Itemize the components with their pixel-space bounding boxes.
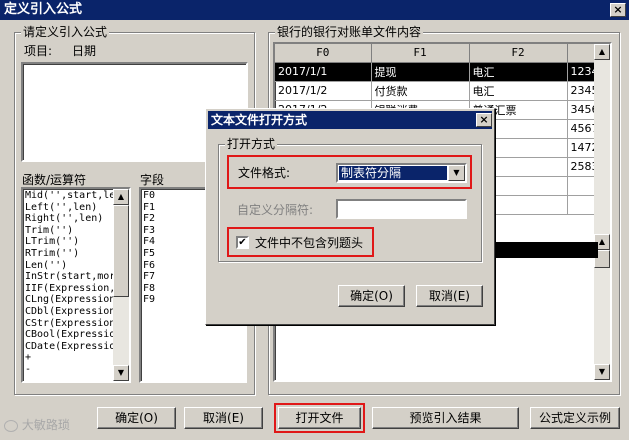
- window-title: 定义引入公式: [4, 2, 83, 17]
- function-list-item[interactable]: Trim(''): [25, 225, 127, 237]
- dialog-title: 文本文件打开方式: [211, 113, 308, 127]
- dialog-ok-button[interactable]: 确定(O): [338, 285, 405, 307]
- functions-list[interactable]: Mid('',start,le Left('',len) Right('',len)…: [21, 187, 131, 383]
- function-list-item[interactable]: CDbl(Expression: [25, 306, 127, 318]
- function-list-item[interactable]: Left('',len): [25, 202, 127, 214]
- preview-button[interactable]: 预览引入结果: [372, 407, 519, 429]
- fields-label: 字段: [140, 173, 165, 187]
- functions-scrollbar[interactable]: ▲ ▼: [113, 189, 129, 381]
- item-value: 日期: [72, 44, 97, 58]
- format-highlight: [227, 155, 472, 189]
- no-header-highlight: [227, 227, 374, 257]
- delimiter-label: 自定义分隔符:: [237, 203, 314, 217]
- table-cell: 1234: [567, 62, 598, 82]
- delimiter-input[interactable]: [336, 199, 467, 219]
- column-header[interactable]: F2: [469, 44, 568, 63]
- watermark-logo-icon: [4, 419, 18, 432]
- function-list-item[interactable]: Right('',len): [25, 213, 127, 225]
- table-cell: 提现: [371, 62, 470, 82]
- table-cell: 2017/1/1: [275, 62, 372, 82]
- functions-label: 函数/运算符: [22, 173, 87, 187]
- item-label: 项目:: [24, 44, 53, 58]
- table-cell: 2345: [567, 81, 598, 101]
- table-cell: 付货款: [371, 81, 470, 101]
- formula-group-label: 请定义引入公式: [21, 25, 110, 39]
- table-header-row: F0 F1 F2: [275, 44, 598, 63]
- table-cell: 电汇: [469, 81, 568, 101]
- function-list-item[interactable]: RTrim(''): [25, 248, 127, 260]
- function-list-item[interactable]: Mid('',start,le: [25, 190, 127, 202]
- table-cell: 3456: [567, 100, 598, 120]
- table-cell: 2583: [567, 157, 598, 177]
- function-list-item[interactable]: LTrim(''): [25, 236, 127, 248]
- formula-example-button[interactable]: 公式定义示例: [530, 407, 620, 429]
- open-mode-group-label: 打开方式: [225, 137, 278, 151]
- function-list-item[interactable]: InStr(start,mor: [25, 271, 127, 283]
- scroll-down-icon[interactable]: ▼: [113, 365, 129, 381]
- ok-button[interactable]: 确定(O): [97, 407, 176, 429]
- table-cell: 电汇: [469, 62, 568, 82]
- table-row[interactable]: 2017/1/1 提现 电汇 1234: [275, 62, 598, 82]
- close-icon: ×: [479, 113, 489, 126]
- function-list-item[interactable]: +: [25, 352, 127, 364]
- function-list-item[interactable]: IIF(Expression,: [25, 283, 127, 295]
- close-icon: ×: [613, 3, 623, 16]
- function-list-item[interactable]: -: [25, 364, 127, 376]
- scroll-up-icon[interactable]: ▲: [594, 44, 610, 60]
- open-file-highlight: [274, 403, 365, 433]
- column-header[interactable]: [567, 44, 598, 63]
- column-header[interactable]: F0: [275, 44, 372, 63]
- function-list-item[interactable]: Len(''): [25, 260, 127, 272]
- scroll-up-icon[interactable]: ▲: [113, 189, 129, 205]
- table-cell: [567, 195, 598, 215]
- column-header[interactable]: F1: [371, 44, 470, 63]
- dialog-cancel-button[interactable]: 取消(E): [416, 285, 483, 307]
- scroll-down-icon[interactable]: ▼: [594, 364, 610, 380]
- table-cell: 4567: [567, 119, 598, 139]
- scroll-thumb[interactable]: [113, 205, 129, 297]
- window-close-button[interactable]: ×: [610, 3, 626, 17]
- watermark: 大敏路琐: [4, 418, 70, 432]
- bank-file-label: 银行的银行对账单文件内容: [275, 25, 424, 39]
- table-row[interactable]: 2017/1/2 付货款 电汇 2345: [275, 81, 598, 101]
- table-cell: 2017/1/2: [275, 81, 372, 101]
- function-list-item[interactable]: CDate(Expressio: [25, 341, 127, 353]
- function-list-item[interactable]: CBool(Expression: [25, 329, 127, 341]
- table-cell: 1472: [567, 138, 598, 158]
- dialog-titlebar: 文本文件打开方式: [208, 111, 492, 129]
- window-titlebar: 定义引入公式: [0, 0, 629, 20]
- cancel-button[interactable]: 取消(E): [184, 407, 263, 429]
- function-list-item[interactable]: CLng(Expression: [25, 294, 127, 306]
- table-cell: [567, 176, 598, 196]
- function-list-item[interactable]: CStr(Expression: [25, 318, 127, 330]
- dialog-close-button[interactable]: ×: [476, 113, 492, 127]
- grid-scrollbar[interactable]: ▲ ▲ ▼: [594, 44, 610, 380]
- open-mode-dialog: 文本文件打开方式 × 打开方式 文件格式: 制表符分隔 ▼ 自定义分隔符: ✔ …: [205, 108, 495, 325]
